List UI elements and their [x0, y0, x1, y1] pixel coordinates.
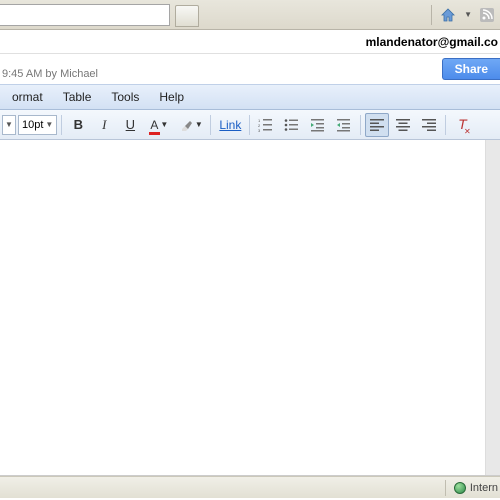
browser-chrome: ▼ [0, 0, 500, 30]
editor-viewport [0, 140, 500, 476]
browser-tab[interactable] [175, 5, 199, 27]
share-button-label: Share [455, 62, 488, 76]
italic-button[interactable]: I [92, 113, 116, 137]
status-bar: Intern [0, 476, 500, 498]
numbered-list-button[interactable]: 123 [254, 113, 278, 137]
formatting-toolbar: ▼ 10pt▼ B I U A ▼ ▼ Link 123 T✕ [0, 110, 500, 140]
globe-icon [454, 482, 466, 494]
align-center-button[interactable] [391, 113, 415, 137]
menu-table[interactable]: Table [53, 86, 102, 108]
dropdown-arrow-icon[interactable]: ▼ [464, 10, 472, 19]
menu-bar: ormat Table Tools Help [0, 84, 500, 110]
share-button[interactable]: Share [442, 58, 500, 80]
align-right-button[interactable] [417, 113, 441, 137]
status-zone-text: Intern [470, 482, 498, 494]
home-icon[interactable] [440, 7, 456, 23]
address-bar[interactable] [0, 4, 170, 26]
clear-formatting-button[interactable]: T✕ [450, 113, 474, 137]
separator [431, 5, 432, 25]
account-bar: mlandenator@gmail.co [0, 30, 500, 54]
bold-button[interactable]: B [66, 113, 90, 137]
outdent-button[interactable] [306, 113, 330, 137]
document-canvas[interactable] [0, 140, 486, 475]
account-email: mlandenator@gmail.co [366, 35, 498, 49]
indent-button[interactable] [332, 113, 356, 137]
highlight-button[interactable]: ▼ [176, 113, 206, 137]
meta-row: 9:45 AM by Michael Share [0, 54, 500, 84]
svg-text:3: 3 [258, 128, 261, 132]
text-color-button[interactable]: A ▼ [144, 113, 174, 137]
bullet-list-button[interactable] [280, 113, 304, 137]
font-size-dropdown[interactable]: 10pt▼ [18, 115, 57, 135]
menu-format[interactable]: ormat [2, 86, 53, 108]
underline-button[interactable]: U [118, 113, 142, 137]
menu-tools[interactable]: Tools [101, 86, 149, 108]
last-saved-text: 9:45 AM by Michael [0, 68, 98, 80]
rss-icon[interactable] [480, 8, 494, 22]
menu-help[interactable]: Help [149, 86, 194, 108]
insert-link-button[interactable]: Link [215, 118, 245, 132]
style-dropdown[interactable]: ▼ [2, 115, 16, 135]
align-left-button[interactable] [365, 113, 389, 137]
font-size-value: 10pt [22, 119, 43, 131]
